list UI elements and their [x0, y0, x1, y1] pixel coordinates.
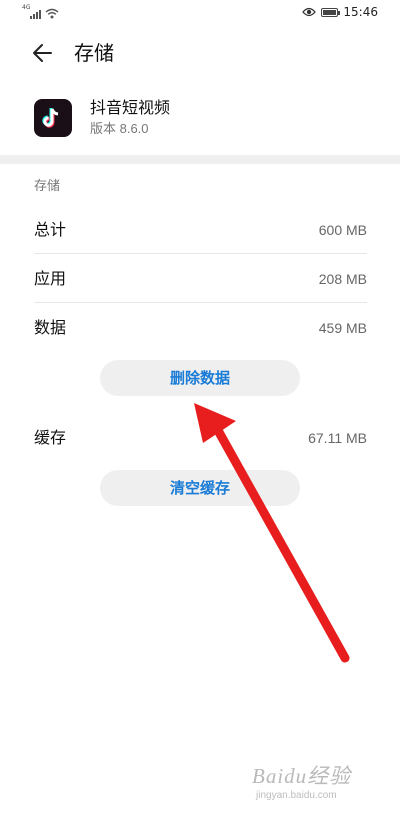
storage-row-data: 数据 459 MB [34, 304, 367, 352]
app-version: 版本 8.6.0 [90, 121, 149, 136]
status-bar: 4G 15:46 [0, 0, 400, 26]
clear-cache-button[interactable]: 清空缓存 [100, 470, 300, 506]
tiktok-icon [34, 99, 72, 137]
watermark-logo: Baidu经验 [252, 764, 352, 788]
watermark-url: jingyan.baidu.com [256, 790, 337, 801]
status-bar-right: 15:46 [302, 5, 378, 19]
storage-row-app: 应用 208 MB [34, 255, 367, 303]
status-time: 15:46 [343, 5, 378, 19]
storage-row-cache: 缓存 67.11 MB [34, 414, 367, 462]
watermark: Baidu经验 jingyan.baidu.com [252, 760, 382, 808]
row-value: 208 MB [318, 271, 367, 287]
arrow-left-icon [33, 44, 52, 62]
row-value: 600 MB [318, 222, 367, 238]
row-value: 67.11 MB [308, 430, 367, 446]
row-label: 应用 [34, 269, 67, 288]
signal-icon [30, 10, 41, 19]
row-label: 缓存 [34, 428, 67, 447]
eye-icon [302, 7, 317, 17]
battery-icon [321, 7, 341, 17]
row-label: 数据 [34, 318, 67, 337]
network-type: 4G [22, 4, 31, 11]
back-button[interactable] [30, 41, 56, 65]
storage-row-total: 总计 600 MB [34, 206, 367, 254]
app-name: 抖音短视频 [90, 98, 171, 117]
status-bar-left: 4G [22, 4, 59, 19]
clear-data-button[interactable]: 删除数据 [100, 360, 300, 396]
page-title: 存储 [74, 41, 114, 65]
app-bar: 存储 [0, 30, 400, 76]
wifi-icon [45, 8, 59, 19]
section-title: 存储 [34, 179, 61, 194]
app-info: 抖音短视频 版本 8.6.0 [0, 96, 400, 146]
section-divider [0, 155, 400, 164]
row-value: 459 MB [318, 320, 367, 336]
row-label: 总计 [34, 220, 67, 239]
